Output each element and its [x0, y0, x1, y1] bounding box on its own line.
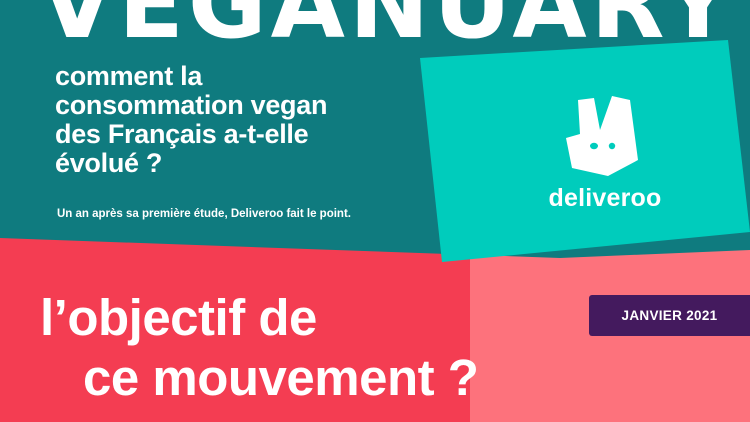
date-badge: JANVIER 2021 [589, 295, 750, 336]
headline-line: des Français a-t-elle [55, 119, 309, 149]
headline-line: consommation vegan [55, 90, 328, 120]
question-line: ce mouvement ? [83, 349, 479, 406]
headline: comment la consommation vegan des França… [55, 62, 415, 178]
question-heading: l’objectif de ce mouvement ? [40, 288, 479, 408]
veganuary-title: VEGANUARY [40, 0, 737, 60]
headline-line: comment la [55, 61, 203, 91]
headline-line: évolué ? [55, 148, 163, 178]
deliveroo-kangaroo-icon [566, 96, 638, 176]
deliveroo-wordmark: deliveroo [548, 184, 662, 212]
question-line: l’objectif de [40, 289, 317, 346]
deliveroo-brand: deliveroo [540, 96, 670, 221]
subline-text: Un an après sa première étude, Deliveroo… [57, 208, 351, 220]
